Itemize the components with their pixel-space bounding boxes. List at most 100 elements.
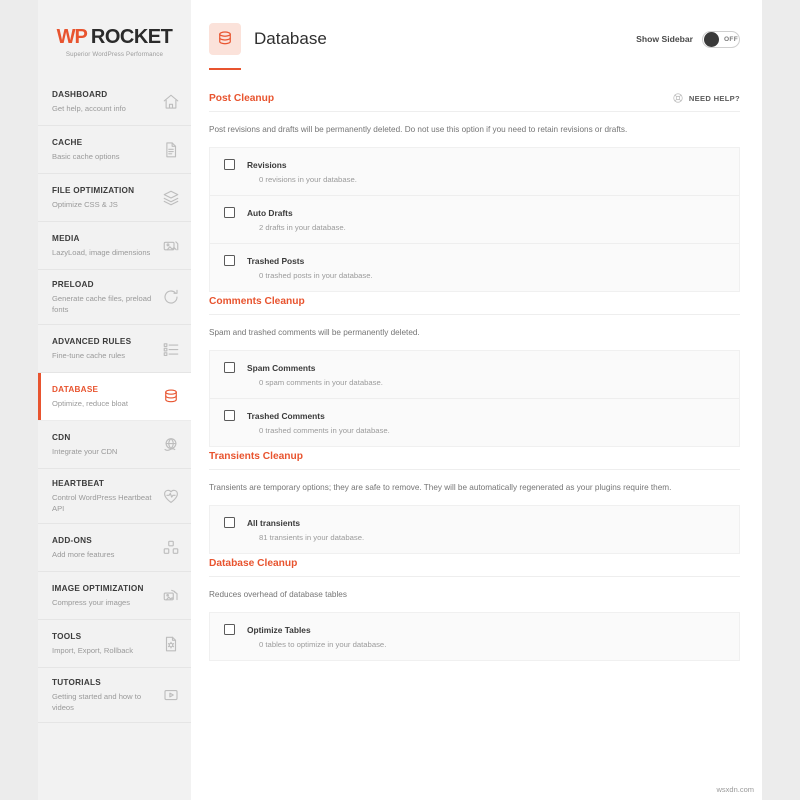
section-description: Transients are temporary options; they a…: [209, 483, 672, 492]
need-help-button[interactable]: NEED HELP?: [672, 92, 740, 104]
sidebar-item-heartbeat[interactable]: HEARTBEAT Control WordPress Heartbeat API: [38, 469, 191, 524]
sidebar-item-subtitle: Control WordPress Heartbeat API: [52, 493, 152, 513]
option-group: All transients 81 transients in your data…: [209, 505, 740, 554]
sidebar-item-cache[interactable]: CACHE Basic cache options: [38, 126, 191, 174]
sidebar-item-title: PRELOAD: [52, 280, 94, 289]
option-label: Trashed Comments: [247, 410, 325, 421]
sidebar: WP ROCKET Superior WordPress Performance…: [38, 0, 191, 800]
heart-icon: [161, 486, 181, 506]
sidebar-item-subtitle: Integrate your CDN: [52, 447, 118, 456]
play-icon: [161, 685, 181, 705]
sidebar-item-subtitle: Get help, account info: [52, 104, 126, 113]
sidebar-item-tutorials[interactable]: TUTORIALS Getting started and how to vide…: [38, 668, 191, 723]
sidebar-item-preload[interactable]: PRELOAD Generate cache files, preload fon…: [38, 270, 191, 325]
checkbox-all-transients[interactable]: [224, 517, 235, 528]
section-database-cleanup: Database Cleanup Reduces overhead of data…: [209, 558, 740, 661]
photos-icon: [161, 586, 181, 606]
sidebar-item-subtitle: Basic cache options: [52, 152, 120, 161]
option-row[interactable]: Auto Drafts 2 drafts in your database.: [210, 196, 739, 244]
option-label: Revisions: [247, 159, 287, 170]
need-help-label: NEED HELP?: [688, 93, 740, 103]
option-row[interactable]: Optimize Tables 0 tables to optimize in y…: [210, 613, 739, 660]
app-root: WP ROCKET Superior WordPress Performance…: [0, 0, 800, 800]
sidebar-item-media[interactable]: MEDIA LazyLoad, image dimensions: [38, 222, 191, 270]
home-icon: [161, 92, 181, 112]
sidebar-item-subtitle: Compress your images: [52, 598, 131, 607]
sidebar-item-subtitle: Getting started and how to videos: [52, 692, 142, 712]
option-note: 0 trashed comments in your database.: [259, 426, 390, 435]
sidebar-item-title: ADD-ONS: [52, 536, 92, 545]
database-icon: [209, 23, 241, 55]
checkbox-trashed-posts[interactable]: [224, 255, 235, 266]
section-description: Spam and trashed comments will be perman…: [209, 328, 420, 337]
sidebar-item-subtitle: Import, Export, Rollback: [52, 646, 134, 655]
section-title: Database Cleanup: [209, 558, 298, 569]
sidebar-item-cdn[interactable]: CDN Integrate your CDN: [38, 421, 191, 469]
gear-document-icon: [161, 634, 181, 654]
tab-indicator: [209, 67, 241, 70]
brand-logo: WP ROCKET Superior WordPress Performance: [38, 0, 191, 78]
sidebar-item-title: HEARTBEAT: [52, 479, 105, 488]
option-row[interactable]: Revisions 0 revisions in your database.: [210, 148, 739, 196]
switch-state: OFF: [724, 35, 739, 43]
option-row[interactable]: Trashed Comments 0 trashed comments in yo…: [210, 399, 739, 446]
sidebar-item-title: CDN: [52, 433, 71, 442]
section-comments-cleanup: Comments Cleanup Spam and trashed comment…: [209, 296, 740, 447]
sidebar-item-title: FILE OPTIMIZATION: [52, 186, 135, 195]
page-title: Database: [254, 29, 327, 48]
section-description: Reduces overhead of database tables: [209, 590, 347, 599]
blocks-icon: [161, 538, 181, 558]
sidebar-item-subtitle: Fine-tune cache rules: [52, 351, 126, 360]
sidebar-item-image-optimization[interactable]: IMAGE OPTIMIZATION Compress your images: [38, 572, 191, 620]
option-group: Optimize Tables 0 tables to optimize in y…: [209, 612, 740, 661]
checkbox-auto-drafts[interactable]: [224, 207, 235, 218]
checkbox-spam-comments[interactable]: [224, 362, 235, 373]
section-transients-cleanup: Transients Cleanup Transients are tempora…: [209, 451, 740, 554]
sidebar-item-subtitle: Add more features: [52, 550, 115, 559]
option-label: Optimize Tables: [247, 624, 311, 635]
section-title: Post Cleanup: [209, 92, 275, 104]
sidebar-item-file-optimization[interactable]: FILE OPTIMIZATION Optimize CSS & JS: [38, 174, 191, 222]
section-post-cleanup: Post Cleanup NEED HELP? Post revisions and…: [209, 92, 740, 292]
sidebar-item-subtitle: LazyLoad, image dimensions: [52, 248, 151, 257]
sidebar-item-title: DATABASE: [52, 385, 99, 394]
sidebar-item-title: ADVANCED RULES: [52, 337, 132, 346]
option-row[interactable]: Spam Comments 0 spam comments in your dat…: [210, 351, 739, 399]
section-title: Comments Cleanup: [209, 296, 305, 307]
sidebar-item-tools[interactable]: TOOLS Import, Export, Rollback: [38, 620, 191, 668]
sidebar-item-database[interactable]: DATABASE Optimize, reduce bloat: [38, 373, 191, 421]
option-label: All transients: [247, 517, 301, 528]
sidebar-item-dashboard[interactable]: DASHBOARD Get help, account info: [38, 78, 191, 126]
checkbox-optimize-tables[interactable]: [224, 624, 235, 635]
database-icon: [161, 387, 181, 407]
refresh-icon: [161, 287, 181, 307]
topbar: Database Show Sidebar OFF: [191, 0, 762, 78]
main-panel: Database Show Sidebar OFF Post Cleanup NE…: [191, 0, 762, 800]
page-title-group: Database: [209, 23, 327, 55]
sidebar-switch[interactable]: OFF: [702, 30, 740, 48]
watermark: wsxdn.com: [716, 785, 754, 794]
sidebar-item-title: CACHE: [52, 138, 83, 147]
brand-tagline: Superior WordPress Performance: [65, 51, 164, 58]
settings-content: Post Cleanup NEED HELP? Post revisions and…: [191, 78, 762, 661]
option-row[interactable]: Trashed Posts 0 trashed posts in your dat…: [210, 244, 739, 291]
sidebar-item-subtitle: Generate cache files, preload fonts: [52, 294, 152, 314]
show-sidebar-toggle[interactable]: Show Sidebar OFF: [636, 30, 740, 48]
option-note: 0 spam comments in your database.: [259, 378, 383, 387]
option-note: 0 trashed posts in your database.: [259, 271, 373, 280]
sidebar-item-subtitle: Optimize, reduce bloat: [52, 399, 128, 408]
layers-icon: [161, 188, 181, 208]
checkbox-revisions[interactable]: [224, 159, 235, 170]
section-description: Post revisions and drafts will be perman…: [209, 125, 628, 134]
sidebar-item-subtitle: Optimize CSS & JS: [52, 200, 118, 209]
sidebar-item-title: TUTORIALS: [52, 678, 101, 687]
sidebar-item-add-ons[interactable]: ADD-ONS Add more features: [38, 524, 191, 572]
sidebar-item-advanced-rules[interactable]: ADVANCED RULES Fine-tune cache rules: [38, 325, 191, 373]
option-row[interactable]: All transients 81 transients in your data…: [210, 506, 739, 553]
sidebar-item-title: MEDIA: [52, 234, 80, 243]
images-icon: [161, 236, 181, 256]
option-group: Spam Comments 0 spam comments in your dat…: [209, 350, 740, 447]
checkbox-trashed-comments[interactable]: [224, 410, 235, 421]
lifebuoy-icon: [672, 92, 684, 104]
sidebar-item-title: DASHBOARD: [52, 90, 108, 99]
